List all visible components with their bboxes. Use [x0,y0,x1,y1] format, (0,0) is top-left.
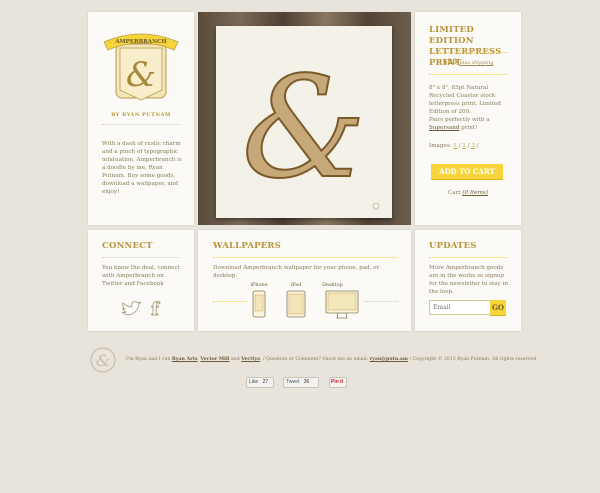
shipping-link[interactable]: plus shipping [459,60,493,66]
ipad-wallpaper-link[interactable]: iPad [284,282,308,324]
ampersand-illustration-icon: & [241,46,380,211]
connect-heading: CONNECT [102,241,153,251]
divider [102,124,180,125]
connect-panel: CONNECT You know the deal, connect with … [88,230,194,331]
email-link[interactable]: ryan@putn.am [370,357,408,362]
cart-count: (0 Items) [462,190,488,196]
cart-label: Cart [448,190,461,196]
product-image[interactable]: & [198,12,411,225]
price-line: $20 plus shipping [415,57,521,66]
cart-status[interactable]: Cart (0 Items) [415,189,521,197]
print-card: & [216,26,392,218]
updates-panel: UPDATES More Amperbranch goods are in th… [415,230,521,331]
device-label: iPad [290,282,302,288]
image-link-2[interactable]: 2 [462,143,466,149]
desktop-wallpaper-link[interactable]: Desktop [322,282,362,324]
byline: BY RYAN PUTNAM [111,112,171,118]
footer-copyright: / Copyright © 2012 Ryan Putnam. All righ… [409,357,537,362]
vecttys-link[interactable]: Vecttys [241,357,260,362]
pairs-suffix: print! [461,125,478,131]
image-link-3[interactable]: 3 [471,143,475,149]
svg-text:&: & [96,351,110,370]
divider [364,301,398,302]
tweet-count: 36 [303,379,310,385]
logo-banner-text: AMPERBRANCH [114,39,166,45]
ryan-arts-link[interactable]: Ryan Arts [172,357,198,362]
facebook-icon[interactable]: f [148,298,162,318]
device-label: iPhone [250,282,268,288]
tablet-icon [286,290,306,318]
facebook-like-button[interactable]: Like 27 [246,377,274,388]
updates-heading: UPDATES [429,241,477,251]
product-panel: LIMITED EDITION LETTERPRESS PRINT $20 pl… [415,12,521,225]
pairs-text: Pairs perfectly with a Supersand print! [429,116,509,132]
wallpapers-text: Download Amperbranch wallpaper for your … [213,265,380,279]
device-label: Desktop [322,282,343,288]
amperbranch-logo[interactable]: & AMPERBRANCH [100,24,182,106]
svg-text:&: & [126,55,156,95]
divider [102,257,180,258]
footer-question: / Question or Comment? Shoot me an email… [262,357,369,362]
footer-text: I'm Ryan and I run Ryan Arts, Vector Mil… [126,357,537,362]
pin-it-button[interactable]: Pin it [329,377,347,388]
vector-mill-link[interactable]: Vector Mill [200,357,229,362]
product-description: 8" x 8", 85pt Natural Recycled Coaster s… [429,85,501,115]
updates-text: More Amperbranch goods are in the works … [429,265,508,295]
pairs-prefix: Pairs perfectly with a [429,117,490,123]
image-link-1[interactable]: 1 [453,143,457,149]
supersand-link[interactable]: Supersand [429,125,459,131]
images-selector: Images: 1 / 2 / 3 / [429,143,479,149]
monitor-icon [325,290,359,319]
images-label: Images: [429,143,452,149]
phone-icon [252,290,266,318]
svg-text:f: f [151,299,160,318]
divider [213,257,397,258]
divider [429,74,507,75]
brand-panel: & AMPERBRANCH BY RYAN PUTNAM With a dash… [88,12,194,225]
add-to-cart-button[interactable]: ADD TO CART [431,164,503,179]
svg-text:&: & [242,47,367,210]
divider [429,257,507,258]
wallpapers-heading: WALLPAPERS [213,241,281,251]
wallpapers-panel: WALLPAPERS Download Amperbranch wallpape… [198,230,411,331]
like-count: 27 [262,379,269,385]
pin-label: Pin it [331,379,344,385]
newsletter-go-button[interactable]: GO [490,300,506,315]
tweet-label: Tweet [286,379,300,385]
connect-text: You know the deal, connect with Amperbra… [102,265,180,287]
footer-logo-icon[interactable]: & [88,346,118,374]
footer-and: and [230,357,240,362]
iphone-wallpaper-link[interactable]: iPhone [248,282,270,324]
like-label: Like [249,379,259,385]
footer-intro: I'm Ryan and I run [126,357,171,362]
price: $20 [442,57,458,66]
twitter-icon[interactable] [120,300,142,318]
email-field[interactable] [429,300,493,315]
divider [429,52,507,53]
divider [213,301,247,302]
intro-text: With a dash of rustic charm and a pinch … [102,141,182,195]
tweet-button[interactable]: Tweet 36 [283,377,319,388]
